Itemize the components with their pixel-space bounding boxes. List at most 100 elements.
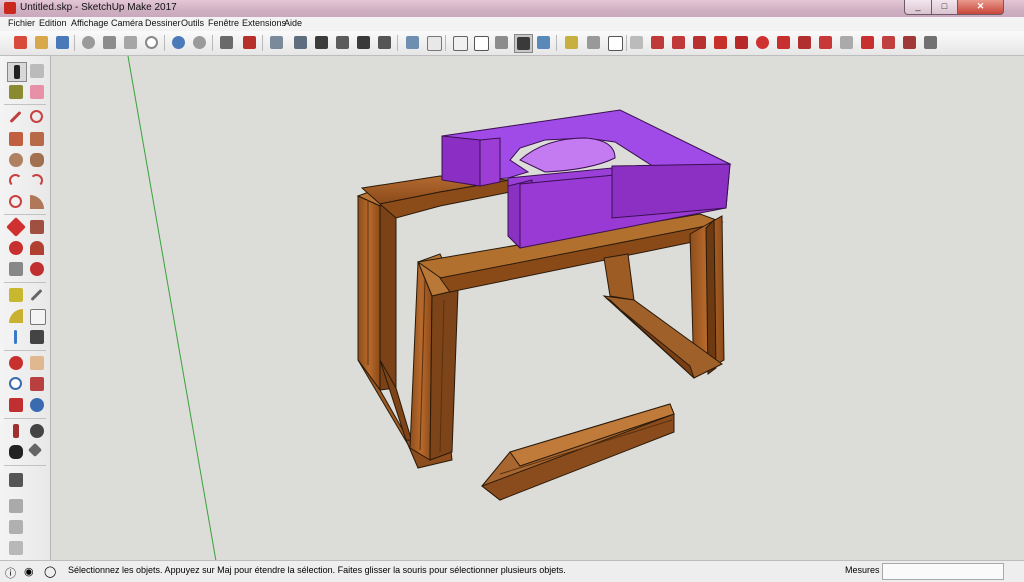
menu-aide[interactable]: Aide: [284, 18, 302, 28]
sandbox-from-contours-icon[interactable]: [7, 471, 25, 489]
minimize-button[interactable]: _: [904, 0, 932, 15]
user-icon[interactable]: ◯: [44, 565, 56, 578]
orbit-icon[interactable]: [7, 354, 25, 372]
xray-icon[interactable]: [404, 34, 421, 51]
protractor-icon[interactable]: [7, 307, 25, 325]
shaded-textures-icon[interactable]: [514, 34, 533, 53]
menu-outils[interactable]: Outils: [181, 18, 204, 28]
circle-icon[interactable]: [7, 151, 25, 169]
zoom-window-icon[interactable]: [28, 375, 46, 393]
shaded-icon[interactable]: [493, 34, 510, 51]
rotated-rectangle-icon[interactable]: [28, 130, 46, 148]
sandbox-icon[interactable]: [649, 34, 666, 51]
zoom-icon[interactable]: [7, 375, 25, 393]
stamp-icon[interactable]: [7, 539, 25, 557]
paint-bucket-icon[interactable]: [7, 83, 25, 101]
sandbox-icon[interactable]: [775, 34, 792, 51]
layers-icon[interactable]: [606, 34, 623, 51]
sandbox-icon[interactable]: [754, 34, 771, 51]
look-around-icon[interactable]: [28, 422, 46, 440]
measurements-input[interactable]: [882, 563, 1004, 580]
undo-icon[interactable]: [170, 34, 187, 51]
close-button[interactable]: ✕: [957, 0, 1004, 15]
sandbox-icon[interactable]: [901, 34, 918, 51]
offset-icon[interactable]: [28, 260, 46, 278]
text-icon[interactable]: [28, 307, 46, 325]
axes-icon[interactable]: [7, 328, 25, 346]
sandbox-icon[interactable]: [859, 34, 876, 51]
rotate-icon[interactable]: [7, 239, 25, 257]
menu-extensions[interactable]: Extensions: [242, 18, 286, 28]
position-camera-icon[interactable]: [7, 422, 25, 440]
maximize-button[interactable]: □: [931, 0, 958, 15]
redo-icon[interactable]: [191, 34, 208, 51]
follow-me-icon[interactable]: [28, 239, 46, 257]
sandbox-icon[interactable]: [691, 34, 708, 51]
model-viewport[interactable]: [51, 56, 1024, 561]
previous-view-icon[interactable]: [28, 396, 46, 414]
pie-icon[interactable]: [28, 193, 46, 211]
component-tool-icon[interactable]: [28, 62, 46, 80]
select-tool-icon[interactable]: [7, 62, 27, 82]
pan-icon[interactable]: [28, 354, 46, 372]
cut-icon[interactable]: [80, 34, 97, 51]
eraser-icon[interactable]: [28, 83, 46, 101]
right-view-icon[interactable]: [334, 34, 351, 51]
paste-icon[interactable]: [122, 34, 139, 51]
sandbox-from-scratch-icon[interactable]: [7, 497, 25, 515]
dimension-icon[interactable]: [28, 286, 46, 304]
open-icon[interactable]: [33, 34, 50, 51]
wireframe-icon[interactable]: [451, 34, 468, 51]
tape-measure-icon[interactable]: [7, 286, 25, 304]
monochrome-icon[interactable]: [535, 34, 552, 51]
geolocation-icon[interactable]: ◉: [24, 565, 34, 578]
front-view-icon[interactable]: [313, 34, 330, 51]
sandbox-icon[interactable]: [796, 34, 813, 51]
menu-dessiner[interactable]: Dessiner: [145, 18, 181, 28]
rectangle-icon[interactable]: [7, 130, 25, 148]
sandbox-icon[interactable]: [817, 34, 834, 51]
three-point-arc-icon[interactable]: [7, 193, 25, 211]
menu-fenetre[interactable]: Fenêtre: [208, 18, 239, 28]
erase-icon[interactable]: [143, 34, 160, 51]
top-view-icon[interactable]: [292, 34, 309, 51]
print-icon[interactable]: [218, 34, 235, 51]
back-view-icon[interactable]: [355, 34, 372, 51]
save-icon[interactable]: [54, 34, 71, 51]
sandbox-icon[interactable]: [838, 34, 855, 51]
warehouse-icon[interactable]: [563, 34, 580, 51]
model-info-icon[interactable]: [241, 34, 258, 51]
smoove-icon[interactable]: [7, 518, 25, 536]
left-view-icon[interactable]: [376, 34, 393, 51]
info-icon[interactable]: ⓘ: [5, 565, 16, 581]
section-plane-icon[interactable]: [27, 442, 46, 461]
menu-camera[interactable]: Caméra: [111, 18, 143, 28]
move-icon[interactable]: [6, 217, 26, 237]
freehand-icon[interactable]: [28, 108, 46, 126]
arc-icon[interactable]: [7, 172, 25, 190]
menu-fichier[interactable]: Fichier: [8, 18, 35, 28]
sandbox-icon[interactable]: [712, 34, 729, 51]
hidden-line-icon[interactable]: [472, 34, 489, 51]
iso-view-icon[interactable]: [268, 34, 285, 51]
sandbox-icon[interactable]: [628, 34, 645, 51]
extension-icon[interactable]: [585, 34, 602, 51]
back-edges-icon[interactable]: [425, 34, 442, 51]
model-scene[interactable]: [51, 56, 1024, 561]
push-pull-icon[interactable]: [28, 218, 46, 236]
arc-2pt-icon[interactable]: [28, 172, 46, 190]
copy-icon[interactable]: [101, 34, 118, 51]
sandbox-icon[interactable]: [880, 34, 897, 51]
sandbox-icon[interactable]: [733, 34, 750, 51]
polygon-icon[interactable]: [28, 151, 46, 169]
sandbox-icon[interactable]: [922, 34, 939, 51]
zoom-extents-icon[interactable]: [7, 396, 25, 414]
3d-text-icon[interactable]: [28, 328, 46, 346]
walk-icon[interactable]: [7, 443, 25, 461]
sandbox-icon[interactable]: [670, 34, 687, 51]
new-model-icon[interactable]: [12, 34, 29, 51]
menu-affichage[interactable]: Affichage: [71, 18, 108, 28]
menu-edition[interactable]: Edition: [39, 18, 67, 28]
scale-icon[interactable]: [7, 260, 25, 278]
line-tool-icon[interactable]: [7, 108, 25, 126]
